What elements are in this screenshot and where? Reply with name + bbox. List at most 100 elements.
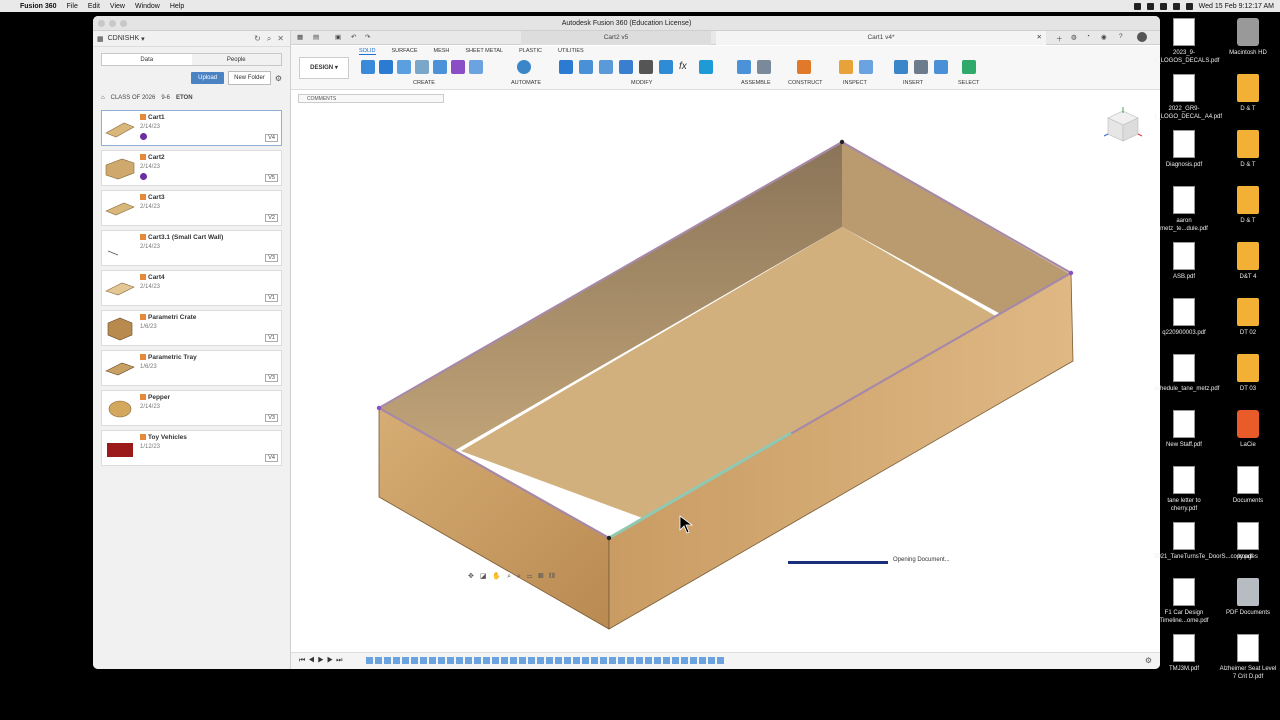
desktop-item[interactable]: Alzheimer Seat Level 7 Crit D.pdf: [1218, 634, 1278, 681]
timeline-feature[interactable]: [438, 657, 445, 664]
comments-panel[interactable]: COMMENTS: [298, 94, 444, 103]
file-item-parametri-crate[interactable]: Parametri Crate 1/6/23 V1: [101, 310, 282, 346]
modify-menu[interactable]: MODIFY: [631, 80, 652, 86]
close-icon[interactable]: ✕: [277, 34, 284, 44]
menu-help[interactable]: Help: [170, 3, 184, 10]
timeline-feature[interactable]: [429, 657, 436, 664]
look-at-icon[interactable]: ◪: [480, 573, 489, 580]
file-item-cart1[interactable]: Cart1 2/14/23 V4: [101, 110, 282, 146]
fit-icon[interactable]: ⌕: [517, 573, 523, 580]
play-button[interactable]: ▶: [318, 657, 327, 664]
timeline-settings-icon[interactable]: ⚙: [1145, 656, 1152, 665]
wifi-icon[interactable]: [1172, 2, 1180, 10]
timeline-feature[interactable]: [582, 657, 589, 664]
select-icon[interactable]: [962, 60, 976, 74]
desktop-item[interactable]: Documents: [1218, 466, 1278, 505]
display-settings-icon[interactable]: ▭: [527, 573, 534, 580]
desktop-item[interactable]: PDF Documents: [1218, 578, 1278, 617]
desktop-item[interactable]: F1 Car Design Timeline...ome.pdf: [1154, 578, 1214, 625]
press-pull-icon[interactable]: [559, 60, 573, 74]
align-icon[interactable]: [659, 60, 673, 74]
timeline-feature[interactable]: [528, 657, 535, 664]
version-badge[interactable]: V1: [265, 294, 278, 302]
tab-cart2[interactable]: Cart2 v5: [521, 31, 711, 45]
timeline-feature[interactable]: [645, 657, 652, 664]
vertex-point[interactable]: [376, 405, 382, 411]
desktop-item[interactable]: D & T: [1218, 74, 1278, 113]
viewports-icon[interactable]: ▥: [549, 573, 556, 580]
file-item-toy-vehicles[interactable]: Toy Vehicles 1/12/23 V4: [101, 430, 282, 466]
physical-material-icon[interactable]: [699, 60, 713, 74]
save-icon[interactable]: ▣: [335, 33, 341, 41]
timeline-feature[interactable]: [699, 657, 706, 664]
status-icon[interactable]: [1159, 2, 1167, 10]
new-component-icon[interactable]: [737, 60, 751, 74]
timeline-feature[interactable]: [708, 657, 715, 664]
automate-icon[interactable]: [517, 60, 531, 74]
desktop-item[interactable]: 2021_TaneTurnsTe_DoorS...copy.pdf: [1154, 522, 1253, 561]
measure-icon[interactable]: [839, 60, 853, 74]
desktop-item[interactable]: D&T 4: [1218, 242, 1278, 281]
insert-svg-icon[interactable]: [934, 60, 948, 74]
step-back-button[interactable]: ◀: [308, 657, 317, 664]
workspace-dropdown[interactable]: DESIGN ▾: [299, 57, 349, 79]
rib-icon[interactable]: [451, 60, 465, 74]
timeline-feature[interactable]: [402, 657, 409, 664]
tab-cart1[interactable]: Cart1 v4* ✕: [716, 31, 1046, 45]
timeline-feature[interactable]: [600, 657, 607, 664]
version-badge[interactable]: V5: [265, 174, 278, 182]
fillet-icon[interactable]: [579, 60, 593, 74]
job-status-icon[interactable]: ◔: [1086, 33, 1090, 40]
chevron-down-icon[interactable]: ▾: [141, 35, 145, 43]
home-icon[interactable]: ⌂: [101, 95, 105, 101]
create-sketch-icon[interactable]: [361, 60, 375, 74]
version-badge[interactable]: V3: [265, 374, 278, 382]
view-cube-icon[interactable]: [1102, 105, 1144, 147]
loft-icon[interactable]: [433, 60, 447, 74]
grid-icon[interactable]: ▦: [97, 35, 104, 43]
version-badge[interactable]: V2: [265, 214, 278, 222]
timeline-feature[interactable]: [492, 657, 499, 664]
inspect-menu[interactable]: INSPECT: [843, 80, 867, 86]
assemble-menu[interactable]: ASSEMBLE: [741, 80, 771, 86]
timeline-feature[interactable]: [411, 657, 418, 664]
desktop-item[interactable]: New Staff.pdf: [1154, 410, 1214, 449]
desktop-item[interactable]: DT 02: [1218, 298, 1278, 337]
timeline-feature[interactable]: [510, 657, 517, 664]
menu-view[interactable]: View: [110, 3, 125, 10]
help-icon[interactable]: ?: [1119, 33, 1123, 40]
move-icon[interactable]: [639, 60, 653, 74]
version-badge[interactable]: V3: [265, 254, 278, 262]
new-folder-button[interactable]: New Folder: [228, 71, 271, 85]
version-badge[interactable]: V4: [265, 454, 278, 462]
timeline-feature[interactable]: [654, 657, 661, 664]
status-icon[interactable]: [1133, 2, 1141, 10]
offset-plane-icon[interactable]: [797, 60, 811, 74]
desktop-item[interactable]: D & T: [1218, 130, 1278, 169]
timeline-feature[interactable]: [447, 657, 454, 664]
revolve-icon[interactable]: [397, 60, 411, 74]
avatar[interactable]: [1137, 32, 1147, 42]
timeline-feature[interactable]: [456, 657, 463, 664]
section-analysis-icon[interactable]: [859, 60, 873, 74]
user-name[interactable]: CDNISHK: [108, 35, 140, 42]
timeline-feature[interactable]: [546, 657, 553, 664]
zoom-window-button[interactable]: [120, 20, 127, 27]
tab-surface[interactable]: SURFACE: [392, 48, 418, 55]
insert-mesh-icon[interactable]: [914, 60, 928, 74]
joint-icon[interactable]: [757, 60, 771, 74]
menu-edit[interactable]: Edit: [88, 3, 100, 10]
desktop-item[interactable]: 2023_9-1_LOGOS_DECALS.pdf: [1154, 18, 1219, 65]
tab-sheet-metal[interactable]: SHEET METAL: [465, 48, 503, 55]
desktop-item[interactable]: q220900003.pdf: [1154, 298, 1214, 337]
version-badge[interactable]: V1: [265, 334, 278, 342]
minimize-window-button[interactable]: [109, 20, 116, 27]
timeline-feature[interactable]: [384, 657, 391, 664]
breadcrumb-item[interactable]: 9-6: [161, 95, 170, 101]
file-item-cart2[interactable]: Cart2 2/14/23 V5: [101, 150, 282, 186]
refresh-icon[interactable]: ↻: [254, 34, 261, 44]
timeline-feature[interactable]: [393, 657, 400, 664]
tab-mesh[interactable]: MESH: [434, 48, 450, 55]
timeline-feature[interactable]: [672, 657, 679, 664]
automate-menu[interactable]: AUTOMATE: [511, 80, 541, 86]
